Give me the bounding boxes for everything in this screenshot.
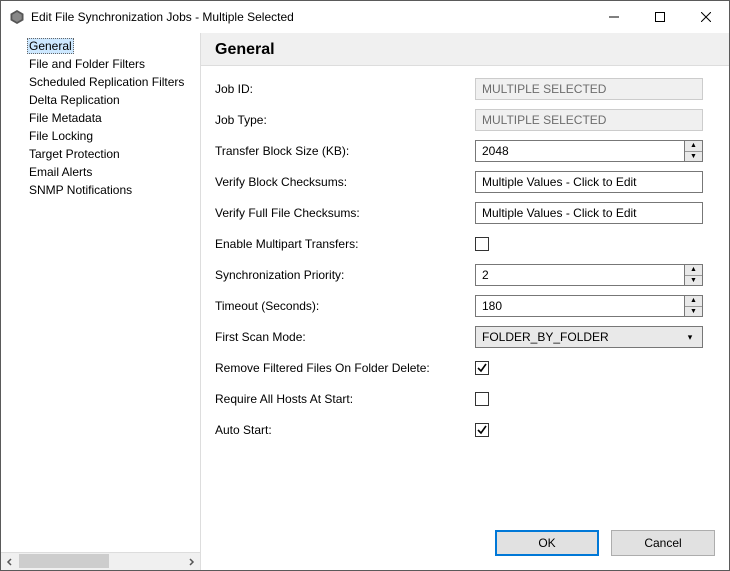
row-verify-block: Verify Block Checksums: Multiple Values … <box>215 171 715 193</box>
ok-button[interactable]: OK <box>495 530 599 556</box>
spin-down-icon[interactable]: ▼ <box>685 152 702 162</box>
first-scan-select[interactable]: FOLDER_BY_FOLDER ▾ <box>475 326 703 348</box>
enable-multipart-checkbox[interactable] <box>475 237 489 251</box>
sync-priority-input[interactable]: 2 <box>475 264 685 286</box>
dialog-window: Edit File Synchronization Jobs - Multipl… <box>0 0 730 571</box>
nav-item-scheduled-replication[interactable]: Scheduled Replication Filters <box>1 73 200 91</box>
nav-item-label: File Locking <box>27 129 95 143</box>
label-auto-start: Auto Start: <box>215 423 475 437</box>
nav-item-label: Scheduled Replication Filters <box>27 75 186 89</box>
label-transfer-block: Transfer Block Size (KB): <box>215 144 475 158</box>
nav-list: General File and Folder Filters Schedule… <box>1 33 200 552</box>
label-remove-filtered: Remove Filtered Files On Folder Delete: <box>215 361 475 375</box>
sidebar: General File and Folder Filters Schedule… <box>1 33 201 570</box>
nav-item-snmp-notifications[interactable]: SNMP Notifications <box>1 181 200 199</box>
row-sync-priority: Synchronization Priority: 2 ▲ ▼ <box>215 264 715 286</box>
nav-item-label: File Metadata <box>27 111 104 125</box>
require-hosts-checkbox[interactable] <box>475 392 489 406</box>
maximize-button[interactable] <box>637 1 683 33</box>
main-panel: General Job ID: MULTIPLE SELECTED Job Ty… <box>201 33 729 570</box>
scroll-left-button[interactable] <box>1 553 19 571</box>
remove-filtered-checkbox[interactable] <box>475 361 489 375</box>
label-sync-priority: Synchronization Priority: <box>215 268 475 282</box>
timeout-input[interactable]: 180 <box>475 295 685 317</box>
spin-down-icon[interactable]: ▼ <box>685 276 702 286</box>
scroll-thumb[interactable] <box>19 554 109 568</box>
nav-item-target-protection[interactable]: Target Protection <box>1 145 200 163</box>
spin-up-icon[interactable]: ▲ <box>685 265 702 276</box>
spin-up-icon[interactable]: ▲ <box>685 296 702 307</box>
sync-priority-spinner[interactable]: ▲ ▼ <box>685 264 703 286</box>
scroll-right-button[interactable] <box>182 553 200 571</box>
app-icon <box>9 9 25 25</box>
first-scan-value: FOLDER_BY_FOLDER <box>482 330 609 344</box>
nav-item-email-alerts[interactable]: Email Alerts <box>1 163 200 181</box>
close-button[interactable] <box>683 1 729 33</box>
label-timeout: Timeout (Seconds): <box>215 299 475 313</box>
sidebar-horizontal-scrollbar[interactable] <box>1 552 200 570</box>
cancel-button[interactable]: Cancel <box>611 530 715 556</box>
row-transfer-block: Transfer Block Size (KB): 2048 ▲ ▼ <box>215 140 715 162</box>
row-remove-filtered: Remove Filtered Files On Folder Delete: <box>215 357 715 379</box>
auto-start-checkbox[interactable] <box>475 423 489 437</box>
row-require-hosts: Require All Hosts At Start: <box>215 388 715 410</box>
content-area: General File and Folder Filters Schedule… <box>1 33 729 570</box>
label-verify-block: Verify Block Checksums: <box>215 175 475 189</box>
verify-block-field[interactable]: Multiple Values - Click to Edit <box>475 171 703 193</box>
form-area: Job ID: MULTIPLE SELECTED Job Type: MULT… <box>201 66 729 520</box>
dialog-footer: OK Cancel <box>201 520 729 570</box>
label-job-id: Job ID: <box>215 82 475 96</box>
nav-item-label: General <box>27 38 74 54</box>
job-id-field: MULTIPLE SELECTED <box>475 78 703 100</box>
nav-item-file-metadata[interactable]: File Metadata <box>1 109 200 127</box>
nav-item-label: Email Alerts <box>27 165 94 179</box>
row-first-scan: First Scan Mode: FOLDER_BY_FOLDER ▾ <box>215 326 715 348</box>
nav-item-label: SNMP Notifications <box>27 183 134 197</box>
label-first-scan: First Scan Mode: <box>215 330 475 344</box>
label-require-hosts: Require All Hosts At Start: <box>215 392 475 406</box>
label-enable-multipart: Enable Multipart Transfers: <box>215 237 475 251</box>
spin-down-icon[interactable]: ▼ <box>685 307 702 317</box>
nav-item-label: Delta Replication <box>27 93 122 107</box>
nav-item-general[interactable]: General <box>1 37 200 55</box>
row-auto-start: Auto Start: <box>215 419 715 441</box>
timeout-spinner[interactable]: ▲ ▼ <box>685 295 703 317</box>
nav-item-label: File and Folder Filters <box>27 57 147 71</box>
nav-item-label: Target Protection <box>27 147 122 161</box>
minimize-button[interactable] <box>591 1 637 33</box>
nav-item-file-folder-filters[interactable]: File and Folder Filters <box>1 55 200 73</box>
window-controls <box>591 1 729 33</box>
chevron-down-icon: ▾ <box>682 327 698 347</box>
transfer-block-input[interactable]: 2048 <box>475 140 685 162</box>
transfer-block-spinner[interactable]: ▲ ▼ <box>685 140 703 162</box>
row-timeout: Timeout (Seconds): 180 ▲ ▼ <box>215 295 715 317</box>
nav-item-delta-replication[interactable]: Delta Replication <box>1 91 200 109</box>
titlebar: Edit File Synchronization Jobs - Multipl… <box>1 1 729 33</box>
row-job-id: Job ID: MULTIPLE SELECTED <box>215 78 715 100</box>
row-verify-full: Verify Full File Checksums: Multiple Val… <box>215 202 715 224</box>
nav-item-file-locking[interactable]: File Locking <box>1 127 200 145</box>
panel-heading: General <box>201 33 729 66</box>
spin-up-icon[interactable]: ▲ <box>685 141 702 152</box>
label-verify-full: Verify Full File Checksums: <box>215 206 475 220</box>
row-enable-multipart: Enable Multipart Transfers: <box>215 233 715 255</box>
window-title: Edit File Synchronization Jobs - Multipl… <box>31 10 591 24</box>
job-type-field: MULTIPLE SELECTED <box>475 109 703 131</box>
label-job-type: Job Type: <box>215 113 475 127</box>
row-job-type: Job Type: MULTIPLE SELECTED <box>215 109 715 131</box>
scroll-track[interactable] <box>19 553 182 571</box>
verify-full-field[interactable]: Multiple Values - Click to Edit <box>475 202 703 224</box>
